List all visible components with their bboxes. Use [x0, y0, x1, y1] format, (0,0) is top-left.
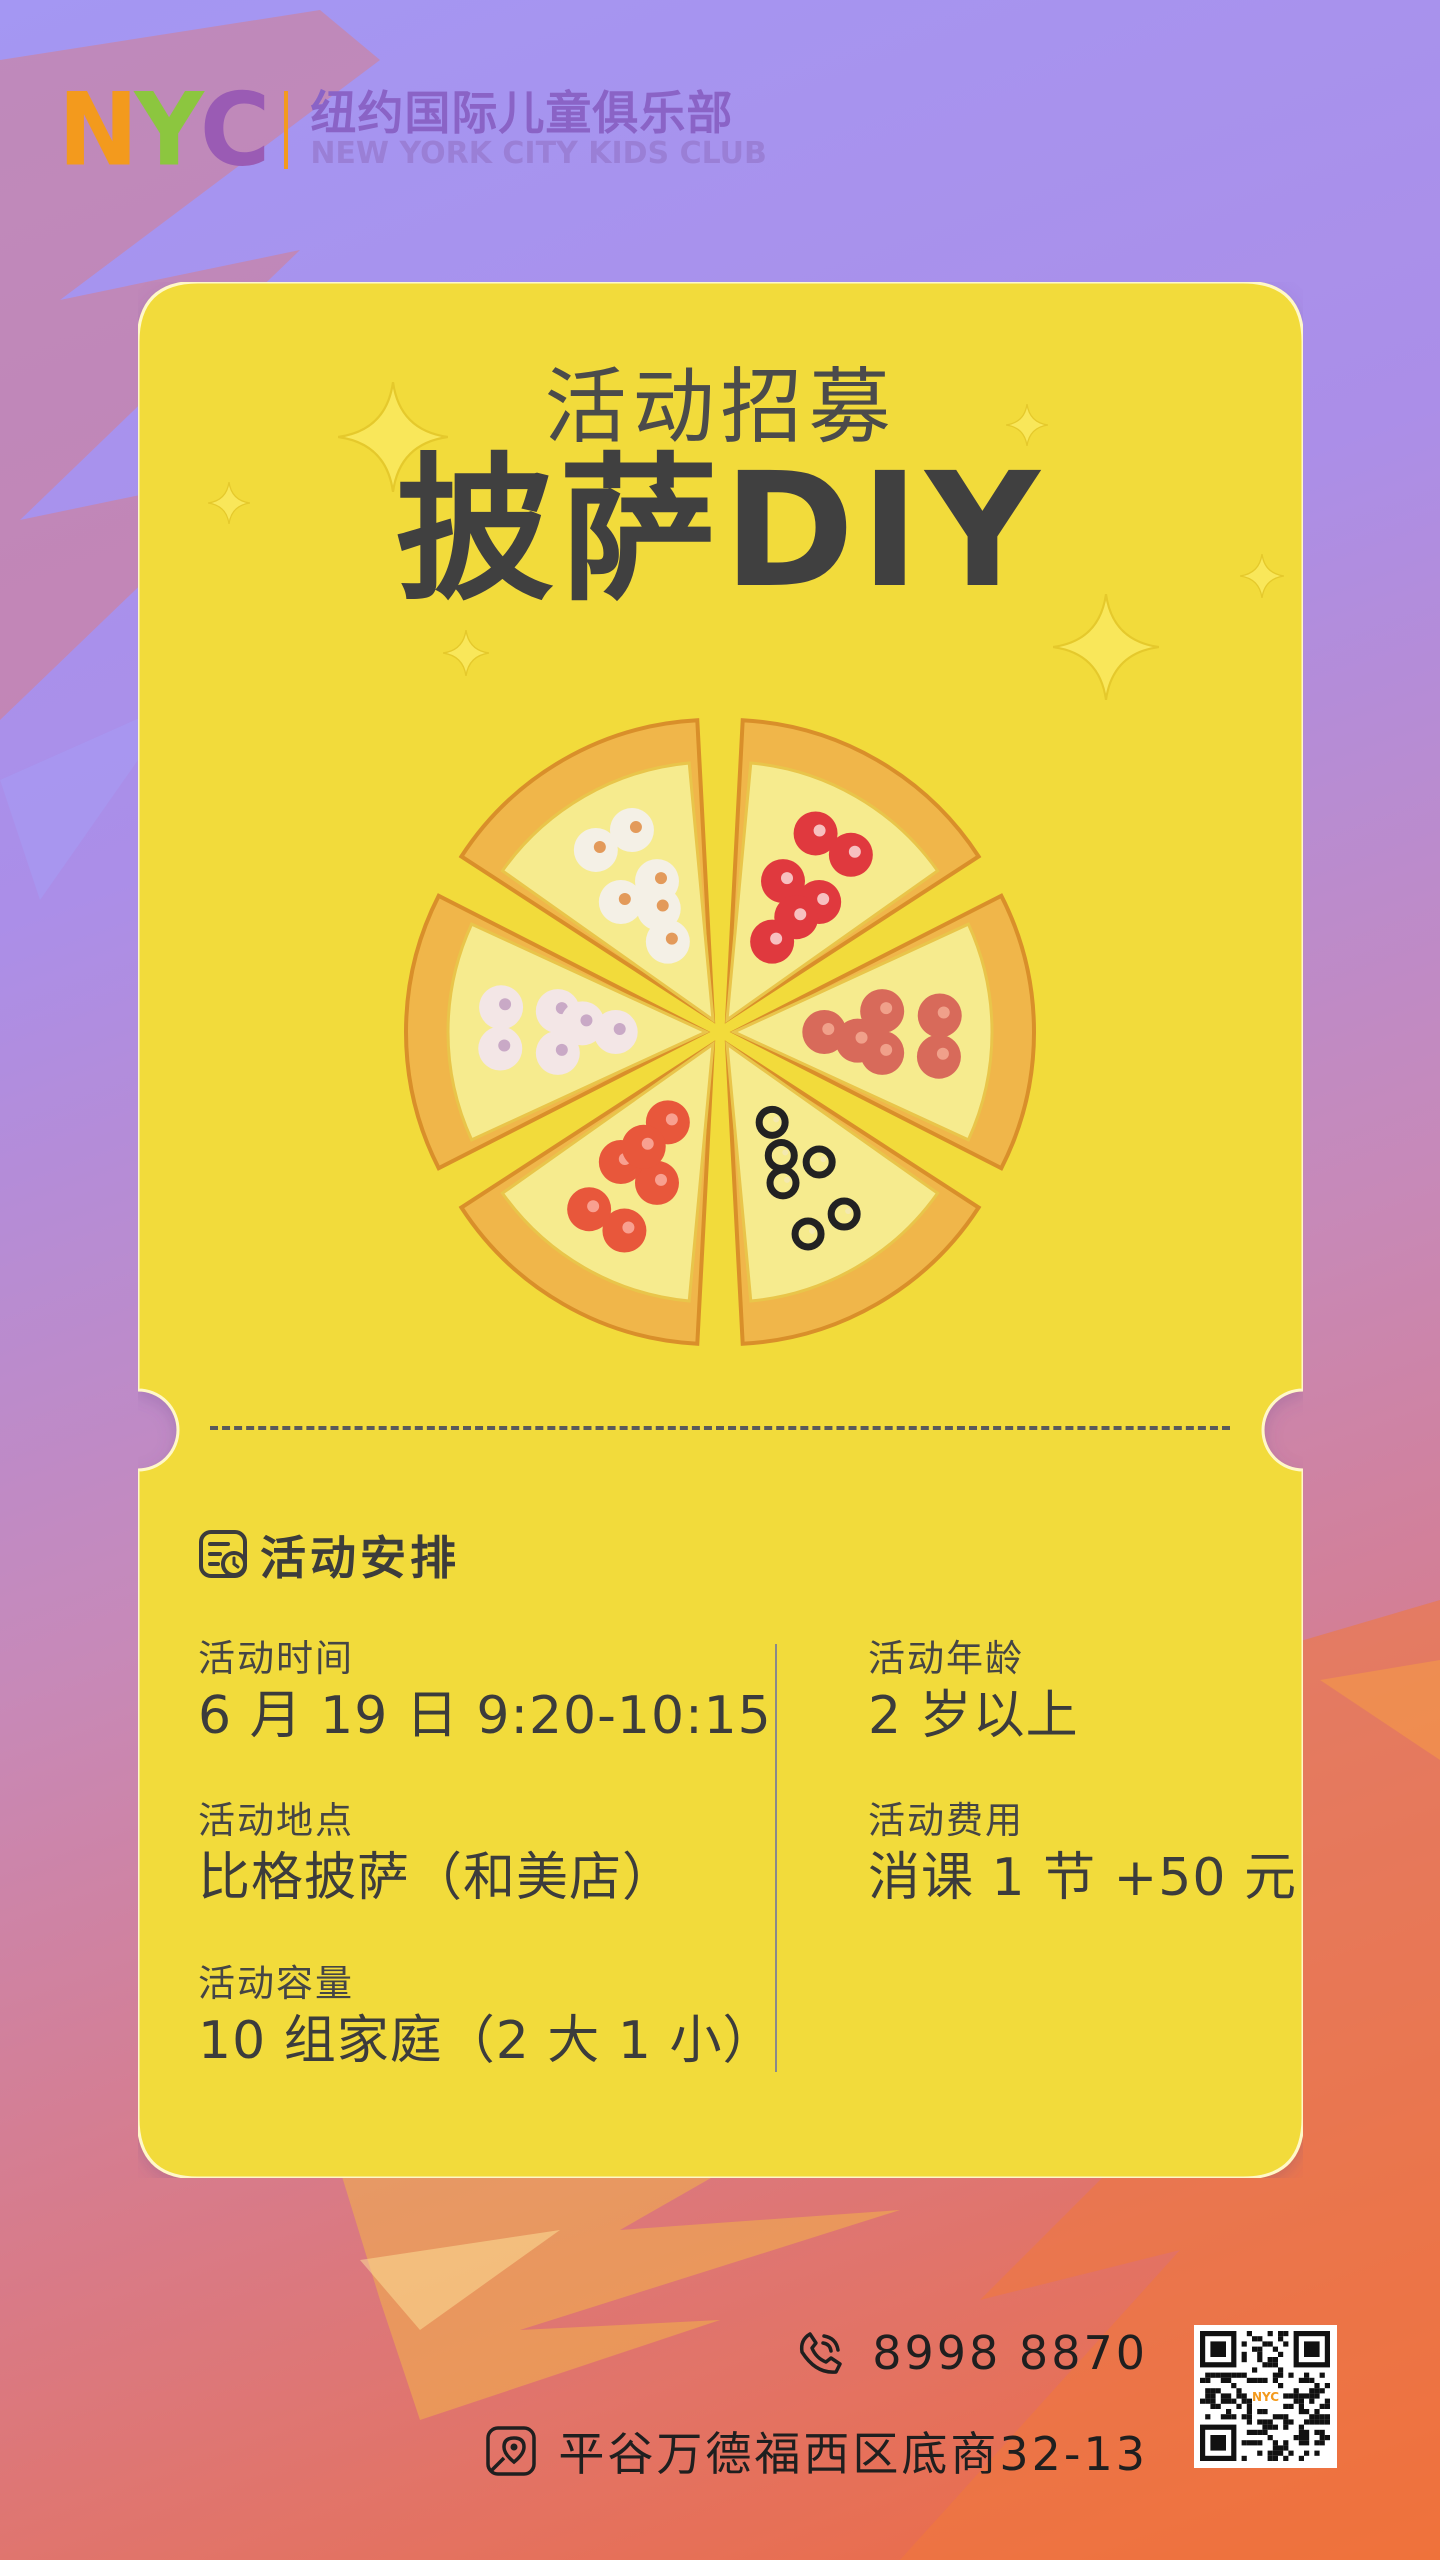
qr-code[interactable]: NYC [1194, 2325, 1337, 2468]
event-ticket-card: 活动招募 披萨DIY 活动安排 活动时间 6 月 19 日 9:20-10:15… [138, 282, 1303, 2178]
phone-number: 8998 8870 [872, 2326, 1148, 2380]
info-divider [775, 1644, 777, 2072]
logo-nyc-letters: N Y C [58, 71, 270, 189]
logo-letter-c: C [199, 71, 270, 189]
qr-code-image: NYC [1200, 2331, 1330, 2461]
logo-letter-n: N [58, 71, 138, 189]
sparkle-icon [1053, 594, 1159, 700]
info-time: 活动时间 6 月 19 日 9:20-10:15 [198, 1637, 772, 1752]
place-value: 比格披萨（和美店） [198, 1848, 676, 1909]
ticket-perforation [210, 1426, 1230, 1430]
sparkle-icon [443, 630, 489, 676]
sparkle-icon [208, 482, 250, 524]
logo-letter-y: Y [134, 71, 203, 189]
logo-divider [284, 91, 289, 169]
qr-center-logo: NYC [1252, 2390, 1279, 2404]
schedule-title: 活动安排 [260, 1531, 460, 1585]
info-fee: 活动费用 消课 1 节 +50 元 [868, 1799, 1297, 1914]
age-label: 活动年龄 [868, 1637, 1024, 1680]
capacity-value: 10 组家庭（2 大 1 小） [198, 2011, 776, 2072]
time-label: 活动时间 [198, 1637, 354, 1680]
info-capacity: 活动容量 10 组家庭（2 大 1 小） [198, 1962, 775, 2077]
pizza-illustration [404, 718, 1036, 1346]
logo-text: 纽约国际儿童俱乐部 NEW YORK CITY KIDS CLUB [310, 85, 767, 172]
address-text: 平谷万德福西区底商32-13 [558, 2427, 1148, 2481]
sparkle-icon [1240, 554, 1284, 598]
logo-name-en: NEW YORK CITY KIDS CLUB [310, 135, 767, 171]
ticket-title: 披萨DIY [395, 439, 1046, 623]
fee-label: 活动费用 [868, 1799, 1024, 1842]
schedule-icon [199, 1530, 247, 1578]
contact-address: 平谷万德福西区底商32-13 [484, 2418, 1148, 2484]
time-value: 6 月 19 日 9:20-10:15 [198, 1686, 772, 1747]
info-age: 活动年龄 2 岁以上 [868, 1637, 1079, 1752]
fee-value: 消课 1 节 +50 元 [868, 1848, 1297, 1909]
capacity-label: 活动容量 [198, 1962, 354, 2005]
sparkle-icon [1006, 404, 1048, 446]
phone-icon [800, 2332, 842, 2374]
schedule-heading: 活动安排 [198, 1522, 460, 1588]
place-label: 活动地点 [198, 1799, 354, 1842]
club-logo: N Y C 纽约国际儿童俱乐部 NEW YORK CITY KIDS CLUB [58, 71, 767, 189]
location-icon [486, 2426, 537, 2476]
sparkle-icon [338, 382, 448, 492]
age-value: 2 岁以上 [868, 1686, 1079, 1747]
contact-phone[interactable]: 8998 8870 [796, 2326, 1148, 2380]
info-place: 活动地点 比格披萨（和美店） [198, 1799, 675, 1914]
logo-name-cn: 纽约国际儿童俱乐部 [310, 85, 734, 140]
